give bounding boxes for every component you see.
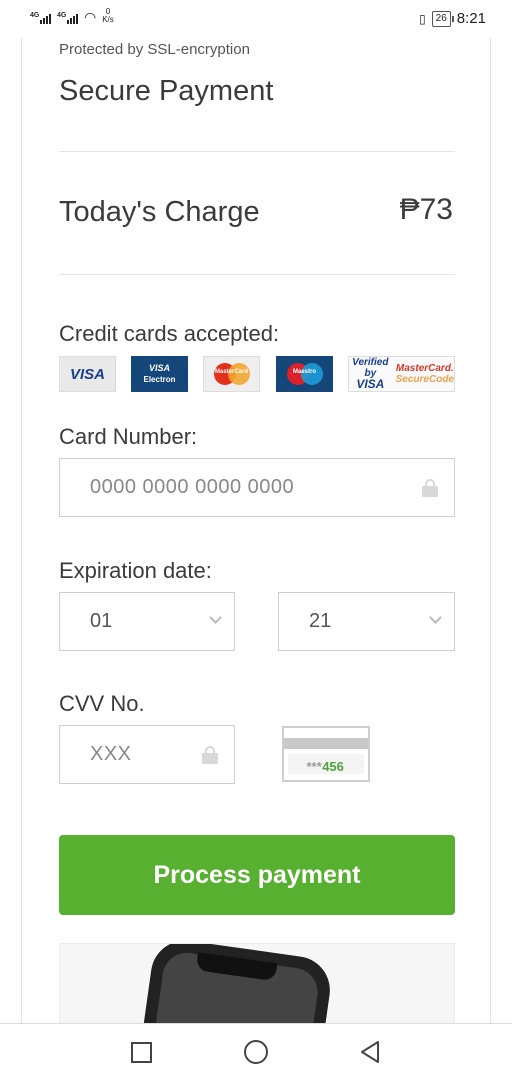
accepted-cards: VISA VISA Electron MasterCard Maestro Ve… <box>59 356 455 392</box>
network-type-1: 4G <box>30 12 40 19</box>
cvv-example-digits: 456 <box>322 759 344 774</box>
chevron-down-icon <box>209 611 222 624</box>
vibrate-icon: ▯ <box>419 11 426 26</box>
electron-top: VISA <box>148 363 170 373</box>
page-title: Secure Payment <box>59 75 274 107</box>
visa-electron-logo: VISA Electron <box>131 356 188 392</box>
home-icon[interactable] <box>244 1040 268 1064</box>
payment-card: Protected by SSL-encryption Secure Payme… <box>21 38 491 1023</box>
navigation-bar <box>0 1023 512 1080</box>
verified-top: Verified by <box>352 357 389 379</box>
lock-icon <box>422 479 438 497</box>
expiration-month-value: 01 <box>90 610 113 632</box>
recent-apps-icon[interactable] <box>131 1042 152 1063</box>
divider <box>59 151 455 152</box>
cards-accepted-label: Credit cards accepted: <box>59 321 280 346</box>
card-number-label: Card Number: <box>59 424 198 449</box>
mastercard-logo: MasterCard <box>203 356 260 392</box>
securecode-top: MasterCard. <box>395 363 454 374</box>
back-icon[interactable] <box>358 1040 382 1064</box>
charge-label: Today's Charge <box>59 196 260 228</box>
cvv-placeholder: XXX <box>90 743 132 765</box>
signal-1-icon: 4G <box>30 12 51 24</box>
promo-phone-image <box>59 943 455 1023</box>
chevron-down-icon <box>429 611 442 624</box>
speed-unit: K/s <box>102 15 114 24</box>
electron-bottom: Electron <box>143 375 176 384</box>
lock-icon <box>202 746 218 764</box>
battery-icon: 26 <box>431 10 454 27</box>
status-left: 4G 4G ◠ 0 K/s <box>30 8 114 24</box>
visa-logo: VISA <box>59 356 116 392</box>
network-type-2: 4G <box>57 12 67 19</box>
cvv-example-masked: *** <box>306 759 322 774</box>
card-number-input[interactable]: 0000 0000 0000 0000 <box>59 458 455 517</box>
card-number-placeholder: 0000 0000 0000 0000 <box>90 476 295 498</box>
cvv-hint-image: *** 456 <box>282 726 370 782</box>
ssl-note: Protected by SSL-encryption <box>59 41 250 58</box>
expiration-month-select[interactable]: 01 <box>59 592 235 651</box>
maestro-text: Maestro <box>292 369 316 375</box>
network-speed: 0 K/s <box>102 8 114 24</box>
status-right: ▯ 26 8:21 <box>419 10 486 27</box>
divider <box>59 274 455 275</box>
clock: 8:21 <box>456 10 486 27</box>
phone-image <box>133 944 335 1023</box>
charge-amount: ₱73 <box>399 193 453 226</box>
signal-2-icon: 4G <box>57 12 78 24</box>
verified-bottom: VISA <box>356 377 385 391</box>
cvv-label: CVV No. <box>59 691 145 716</box>
expiration-year-value: 21 <box>309 610 332 632</box>
status-bar: 4G 4G ◠ 0 K/s ▯ 26 8:21 <box>0 0 512 38</box>
securecode-bottom: SecureCode <box>395 374 454 385</box>
mastercard-text: MasterCard <box>214 369 248 375</box>
maestro-logo: Maestro <box>276 356 333 392</box>
wifi-icon: ◠ <box>84 9 97 25</box>
process-payment-button[interactable]: Process payment <box>59 835 455 915</box>
expiration-label: Expiration date: <box>59 558 212 583</box>
cvv-input[interactable]: XXX <box>59 725 235 784</box>
expiration-year-select[interactable]: 21 <box>278 592 455 651</box>
verified-by-visa-securecode-logo: Verified by VISA MasterCard. SecureCode <box>348 356 455 392</box>
